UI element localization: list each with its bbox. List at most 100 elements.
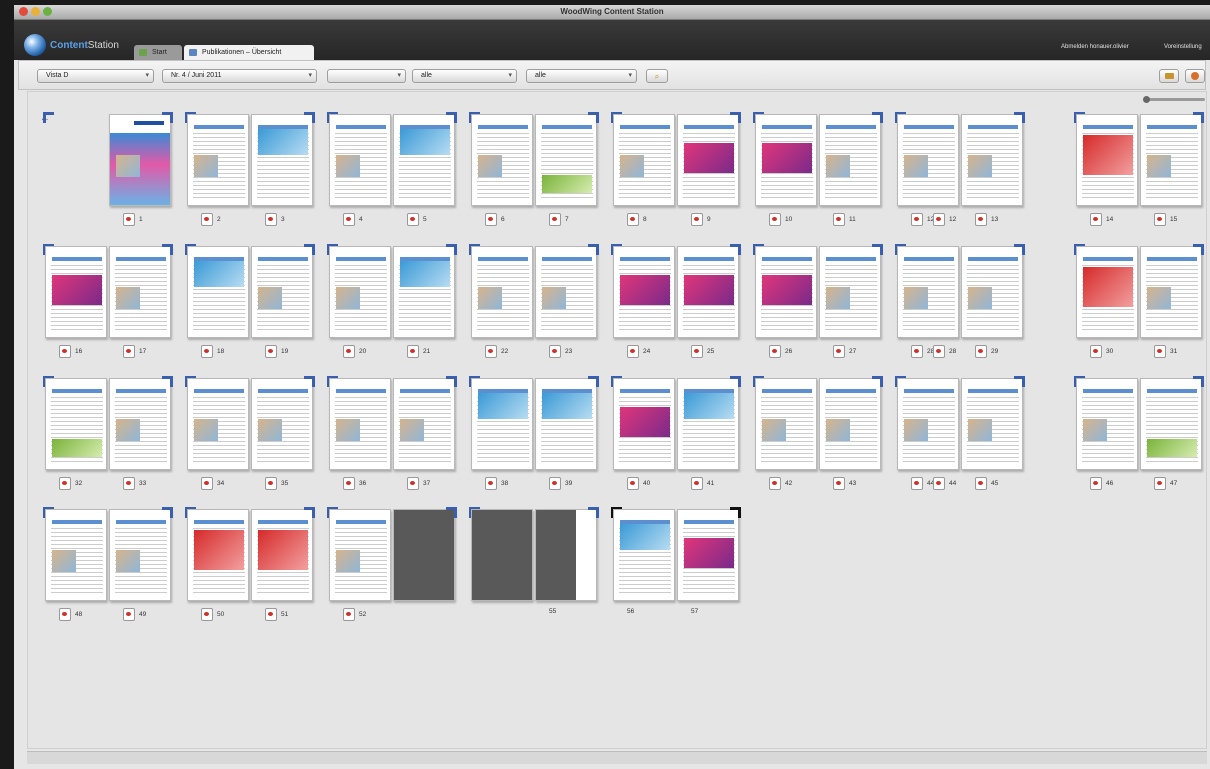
pdf-icon[interactable] [833, 477, 845, 490]
pdf-icon[interactable] [123, 608, 135, 621]
pdf-icon[interactable] [1154, 345, 1166, 358]
page-spread[interactable] [753, 376, 883, 470]
page-thumbnail[interactable] [251, 114, 313, 206]
page-spread[interactable] [611, 507, 741, 601]
page-spread[interactable] [327, 376, 457, 470]
pdf-icon[interactable] [833, 213, 845, 226]
pdf-icon[interactable] [911, 213, 923, 226]
page-thumbnail[interactable] [329, 114, 391, 206]
pdf-icon[interactable] [769, 477, 781, 490]
pdf-icon[interactable] [407, 477, 419, 490]
page-spread[interactable] [327, 112, 457, 206]
page-thumbnail[interactable] [329, 246, 391, 338]
pdf-icon[interactable] [549, 213, 561, 226]
pdf-icon[interactable] [691, 477, 703, 490]
pdf-icon[interactable] [201, 213, 213, 226]
pdf-icon[interactable] [343, 477, 355, 490]
pdf-icon[interactable] [343, 213, 355, 226]
pdf-icon[interactable] [769, 345, 781, 358]
zoom-slider[interactable] [1143, 96, 1205, 103]
page-thumbnail[interactable] [819, 378, 881, 470]
page-thumbnail[interactable] [961, 378, 1023, 470]
pdf-icon[interactable] [833, 345, 845, 358]
pdf-icon[interactable] [1090, 477, 1102, 490]
page-thumbnail[interactable] [329, 378, 391, 470]
page-thumbnail[interactable] [1140, 378, 1202, 470]
folder-button[interactable] [1159, 69, 1179, 83]
pdf-icon[interactable] [201, 477, 213, 490]
search-button[interactable]: ⌕ [646, 69, 668, 83]
pdf-icon[interactable] [265, 477, 277, 490]
page-thumbnail[interactable] [613, 378, 675, 470]
pdf-icon[interactable] [1154, 213, 1166, 226]
page-thumbnail[interactable] [897, 246, 959, 338]
pdf-icon[interactable] [407, 213, 419, 226]
page-thumbnail[interactable] [251, 378, 313, 470]
page-spread[interactable] [327, 507, 457, 601]
tab-publications-overview[interactable]: Publikationen – Übersicht [184, 45, 314, 60]
export-button[interactable] [1185, 69, 1205, 83]
page-thumbnail[interactable] [471, 509, 533, 601]
page-thumbnail[interactable] [819, 114, 881, 206]
page-thumbnail[interactable] [109, 114, 171, 206]
page-thumbnail[interactable] [1076, 246, 1138, 338]
page-spread[interactable] [611, 376, 741, 470]
page-thumbnail[interactable] [251, 246, 313, 338]
page-spread[interactable] [611, 244, 741, 338]
page-spread[interactable] [895, 244, 1025, 338]
page-thumbnail[interactable] [677, 114, 739, 206]
page-thumbnail[interactable] [329, 509, 391, 601]
page-spread[interactable] [327, 244, 457, 338]
pdf-icon[interactable] [911, 477, 923, 490]
page-thumbnail[interactable] [535, 509, 597, 601]
pdf-icon[interactable] [911, 345, 923, 358]
page-spread[interactable] [43, 244, 173, 338]
publication-select[interactable]: Vista D [37, 69, 154, 83]
page-thumbnail[interactable] [45, 378, 107, 470]
pdf-icon[interactable] [627, 213, 639, 226]
issue-select[interactable]: Nr. 4 / Juni 2011 [162, 69, 317, 83]
page-spread[interactable] [753, 112, 883, 206]
page-thumbnail[interactable] [535, 378, 597, 470]
page-thumbnail[interactable] [471, 114, 533, 206]
pdf-icon[interactable] [407, 345, 419, 358]
pdf-icon[interactable] [933, 213, 945, 226]
pdf-icon[interactable] [549, 345, 561, 358]
user-select[interactable]: alle [526, 69, 637, 83]
page-thumbnail[interactable] [755, 114, 817, 206]
page-spread[interactable] [1074, 112, 1204, 206]
pdf-icon[interactable] [201, 345, 213, 358]
page-thumbnail[interactable] [1140, 246, 1202, 338]
pdf-icon[interactable] [627, 345, 639, 358]
page-thumbnail[interactable] [613, 509, 675, 601]
pdf-icon[interactable] [691, 213, 703, 226]
section-select[interactable] [327, 69, 406, 83]
pdf-icon[interactable] [123, 477, 135, 490]
pdf-icon[interactable] [627, 477, 639, 490]
page-thumbnail[interactable] [897, 114, 959, 206]
page-thumbnail[interactable] [109, 509, 171, 601]
pdf-icon[interactable] [769, 213, 781, 226]
pdf-icon[interactable] [1090, 345, 1102, 358]
pdf-icon[interactable] [123, 345, 135, 358]
pdf-icon[interactable] [975, 345, 987, 358]
pdf-icon[interactable] [343, 608, 355, 621]
page-thumbnail[interactable] [677, 246, 739, 338]
tab-start[interactable]: Start [134, 45, 182, 60]
pdf-icon[interactable] [1090, 213, 1102, 226]
logout-link[interactable]: Abmelden honauer.olivier [1061, 44, 1129, 50]
page-spread[interactable] [43, 376, 173, 470]
page-thumbnail[interactable] [251, 509, 313, 601]
pdf-icon[interactable] [59, 608, 71, 621]
page-thumbnail[interactable] [613, 246, 675, 338]
pdf-icon[interactable] [201, 608, 213, 621]
page-spread[interactable] [185, 376, 315, 470]
page-thumbnail[interactable] [393, 114, 455, 206]
page-thumbnail[interactable] [109, 246, 171, 338]
page-thumbnail[interactable] [613, 114, 675, 206]
page-spread[interactable] [185, 112, 315, 206]
page-thumbnail[interactable] [187, 378, 249, 470]
page-thumbnail[interactable] [961, 114, 1023, 206]
page-spread[interactable] [43, 507, 173, 601]
page-thumbnail[interactable] [45, 246, 107, 338]
